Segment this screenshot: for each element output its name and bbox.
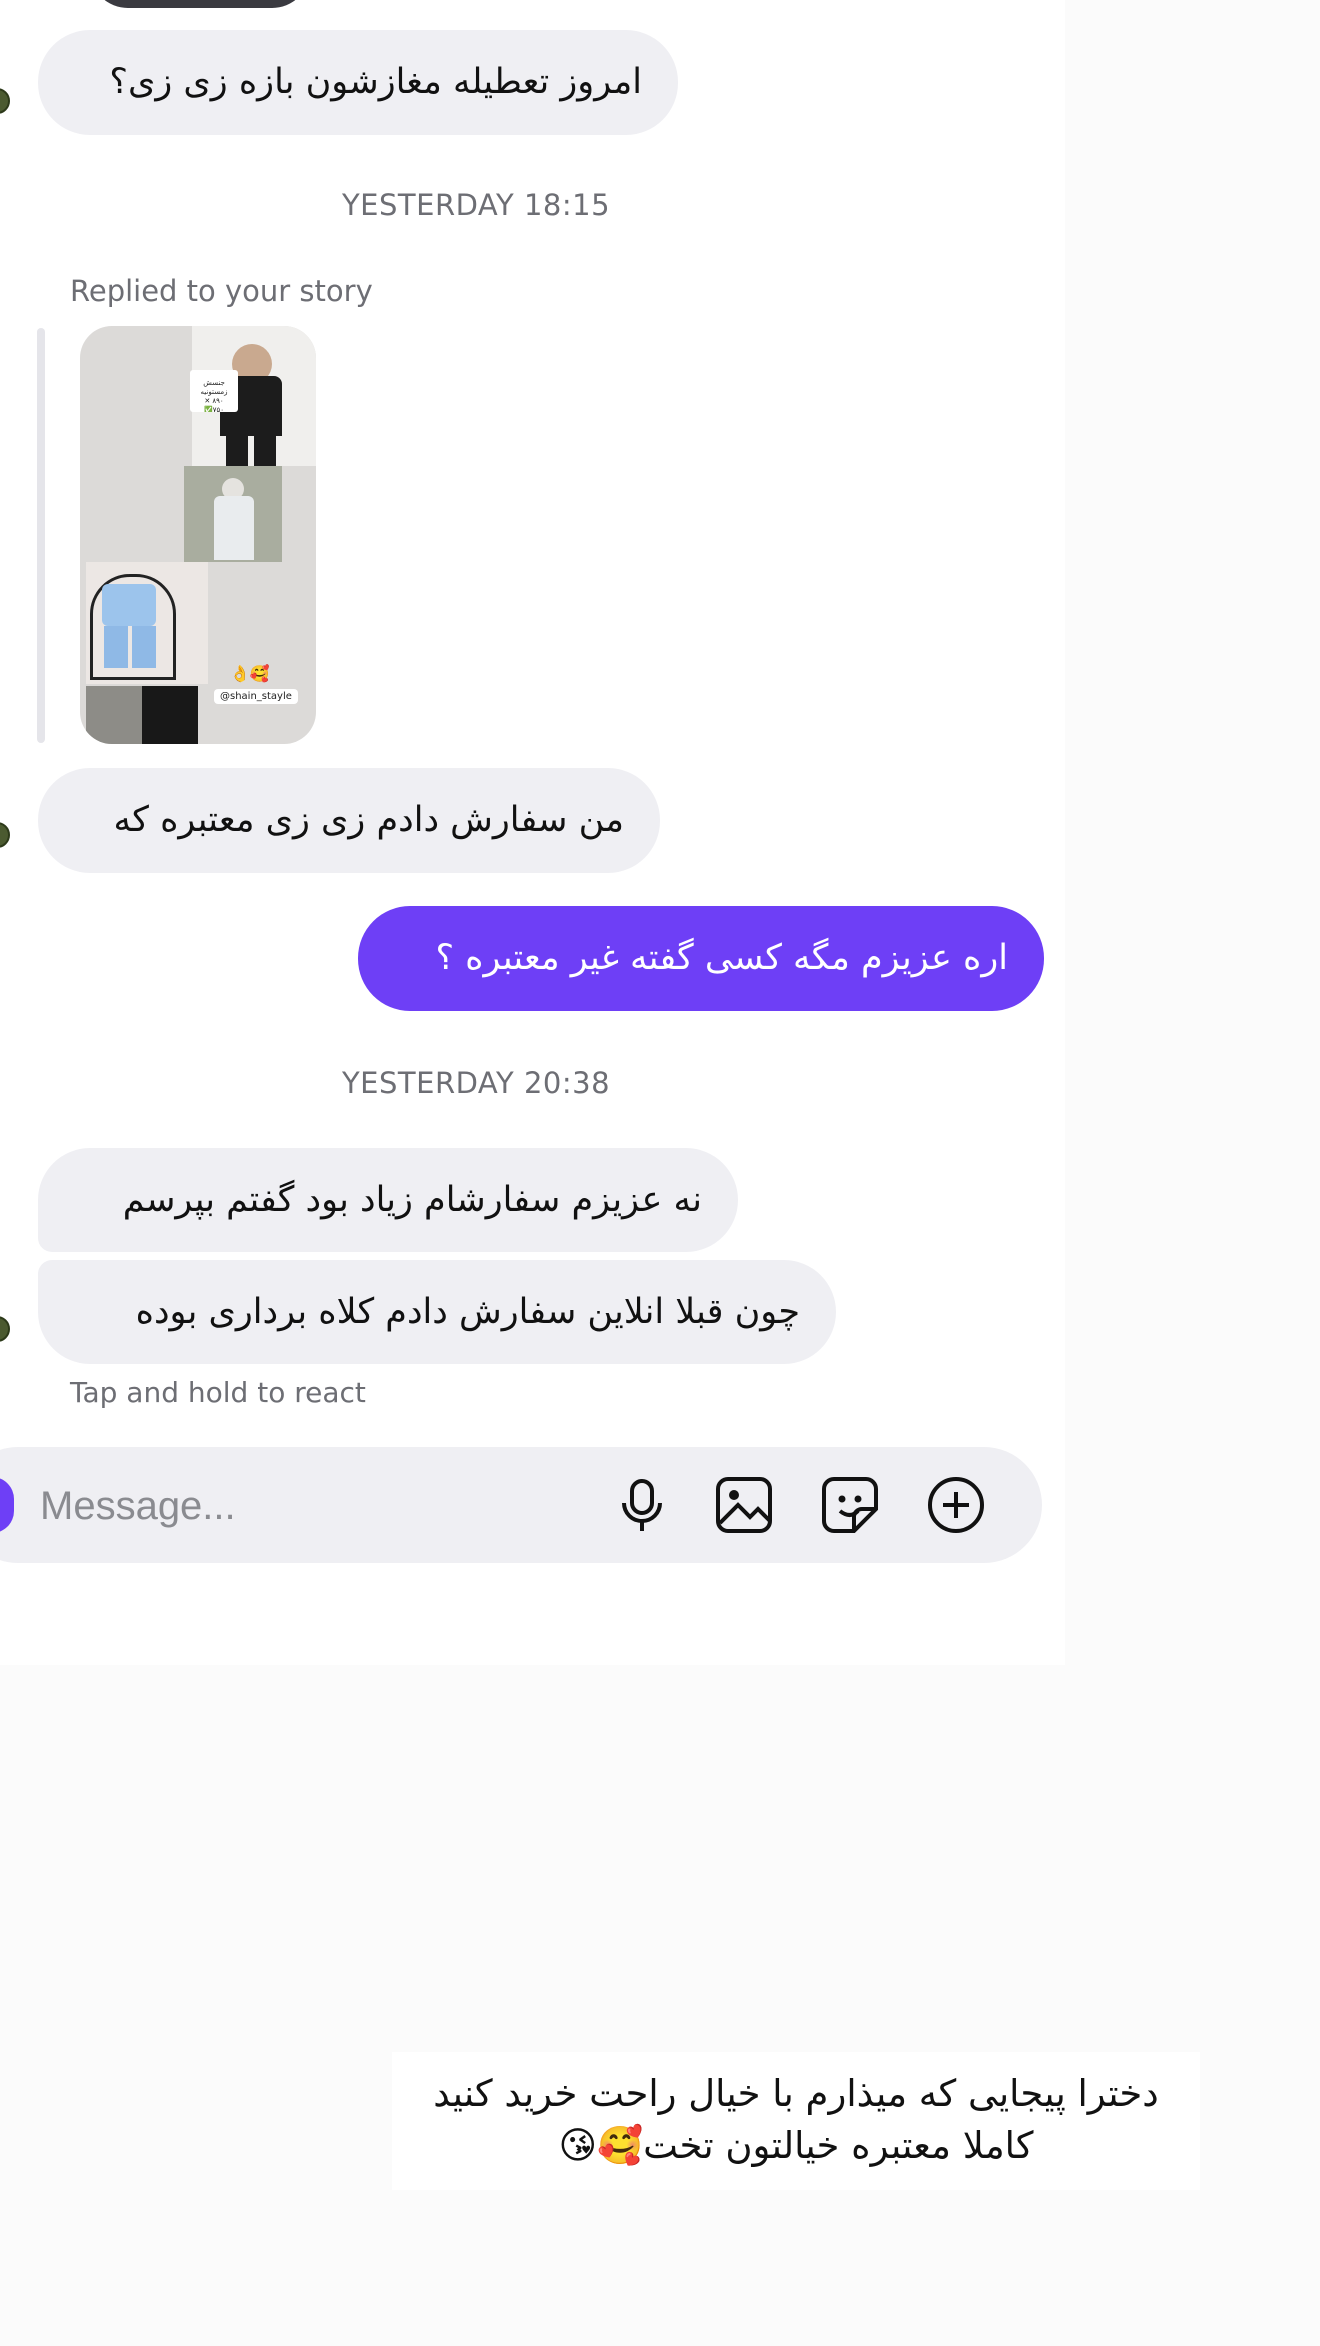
caption-line-2: کاملا معتبره خیالتون تخت🥰😘	[558, 2124, 1034, 2167]
story-photo-grey-outfit	[184, 466, 282, 562]
image-icon[interactable]	[714, 1475, 774, 1535]
message-text: نه عزیزم سفارشام زیاد بود گفتم بپرسم	[122, 1180, 702, 1220]
timestamp: YESTERDAY 20:38	[341, 1066, 611, 1100]
message-text: امروز تعطیله مغازشون بازه زی زی؟	[109, 62, 642, 102]
message-input[interactable]	[38, 1475, 582, 1537]
story-reply-label: Replied to your story	[70, 274, 373, 308]
avatar[interactable]	[0, 88, 10, 114]
message-bubble-sent[interactable]: اره عزیزم مگه کسی گفته غیر معتبره ؟	[358, 906, 1044, 1011]
microphone-icon[interactable]	[612, 1475, 672, 1535]
chat-thread: امروز تعطیله مغازشون بازه زی زی؟ YESTERD…	[0, 0, 1065, 1665]
story-thumb-2	[142, 686, 198, 744]
message-bubble[interactable]: نه عزیزم سفارشام زیاد بود گفتم بپرسم	[38, 1148, 738, 1252]
caption-overlay: دخترا پیجایی که میذارم با خیال راحت خرید…	[392, 2052, 1200, 2190]
caption-line-1: دخترا پیجایی که میذارم با خیال راحت خرید…	[433, 2072, 1159, 2115]
timestamp: YESTERDAY 18:15	[341, 188, 611, 222]
avatar[interactable]	[0, 1316, 10, 1342]
message-bubble[interactable]: من سفارش دادم زی زی معتبره که	[38, 768, 660, 873]
react-hint: Tap and hold to react	[70, 1376, 366, 1409]
story-thumb-1	[86, 686, 142, 744]
message-text: اره عزیزم مگه کسی گفته غیر معتبره ؟	[435, 938, 1008, 978]
plus-circle-icon[interactable]	[926, 1475, 986, 1535]
message-bubble[interactable]: چون قبلا انلاین سفارش دادم کلاه برداری ب…	[38, 1260, 836, 1364]
message-bubble[interactable]: امروز تعطیله مغازشون بازه زی زی؟	[38, 30, 678, 135]
previous-media-edge	[90, 0, 310, 8]
story-price-sticker: جنسش زمستونیه ۸۹۰ ✕ ۷۵۰✅	[190, 370, 238, 412]
message-text: من سفارش دادم زی زی معتبره که	[113, 800, 624, 840]
message-text: چون قبلا انلاین سفارش دادم کلاه برداری ب…	[135, 1292, 800, 1332]
story-emoji: 👌🥰	[230, 664, 270, 683]
reply-indicator-bar	[37, 328, 45, 743]
sticker-icon[interactable]	[820, 1475, 880, 1535]
story-photo-blue-outfit	[86, 562, 208, 684]
avatar[interactable]	[0, 822, 10, 848]
story-handle-tag: @shain_stayle	[214, 689, 298, 704]
story-preview[interactable]: جنسش زمستونیه ۸۹۰ ✕ ۷۵۰✅ 👌🥰 @shain_stayl…	[80, 326, 316, 744]
